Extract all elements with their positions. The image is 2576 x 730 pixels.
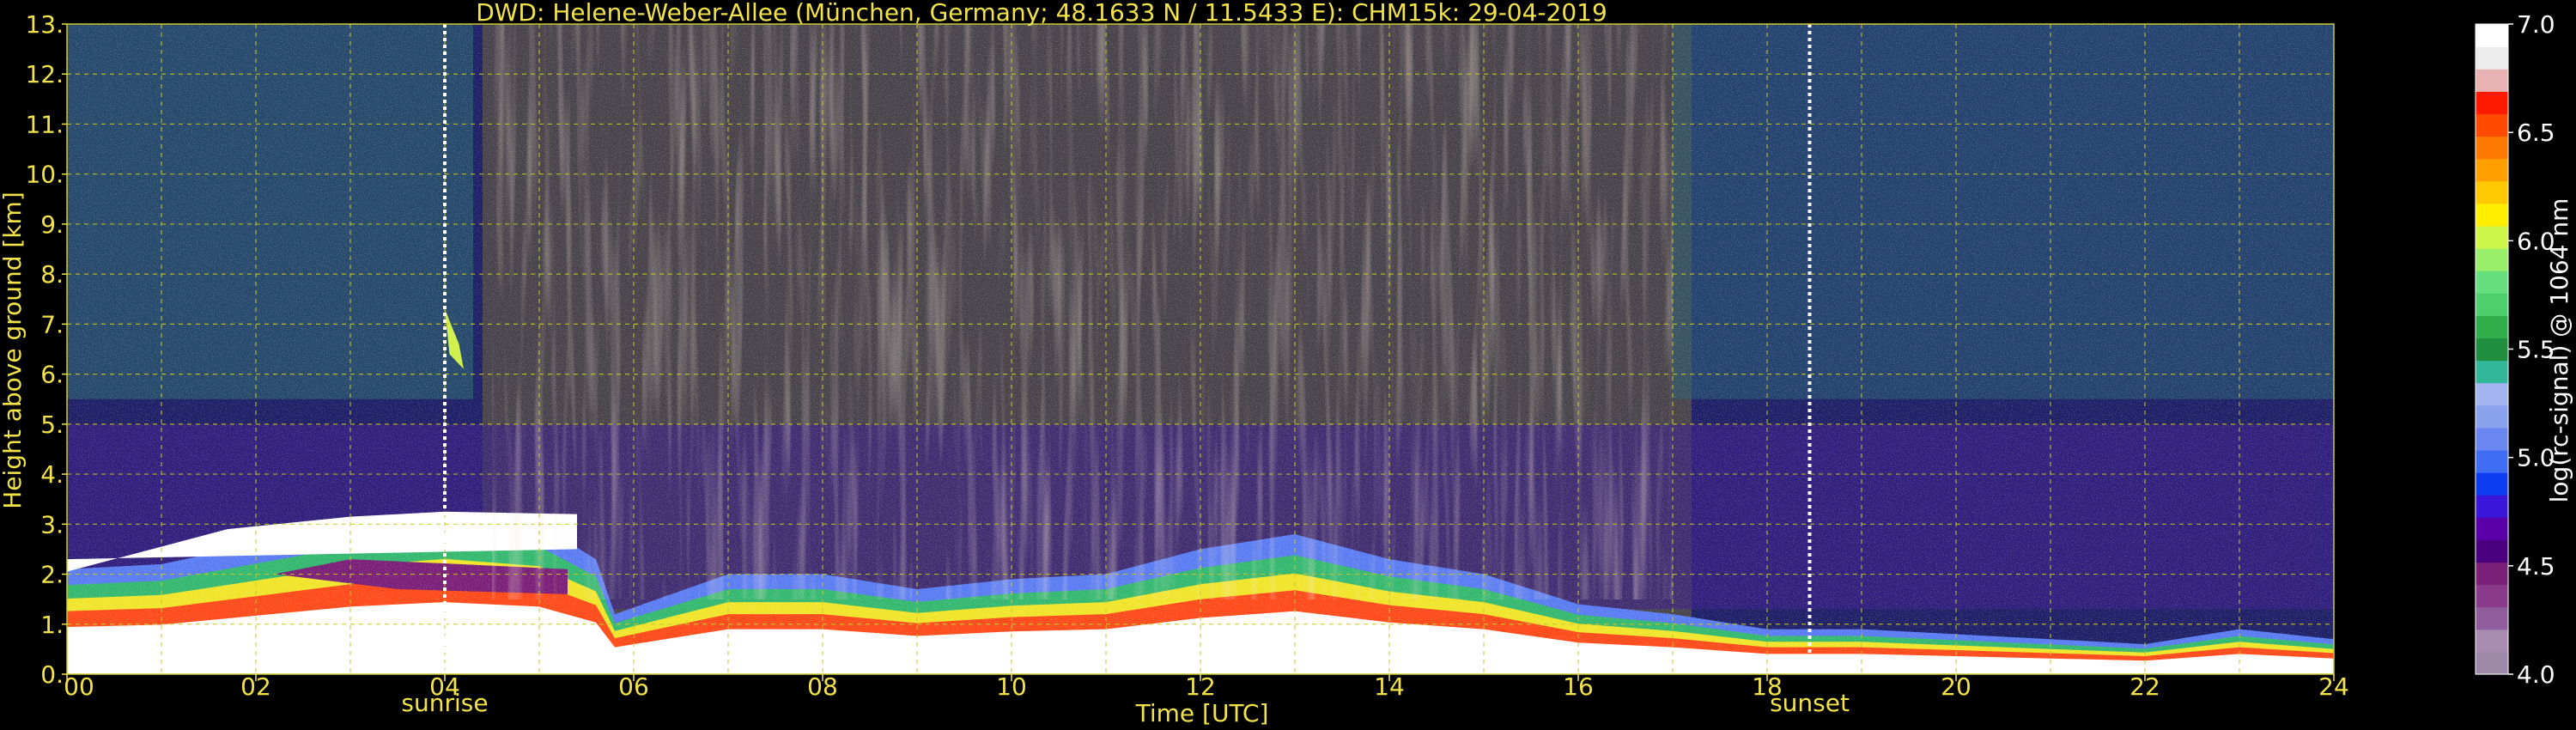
- x-tick-label: 08: [807, 672, 838, 701]
- colorbar-segment: [2476, 382, 2508, 406]
- colorbar-segment: [2476, 606, 2508, 630]
- colorbar-segment: [2476, 69, 2508, 92]
- x-tick-label: 12: [1185, 672, 1216, 701]
- colorbar-segment: [2476, 271, 2508, 294]
- x-tick-label: 10: [996, 672, 1027, 701]
- x-tick-label: 02: [240, 672, 271, 701]
- y-tick-label: 3.: [40, 510, 64, 538]
- colorbar-tick-label: 4.0: [2517, 660, 2555, 689]
- colorbar-segment: [2476, 405, 2508, 429]
- y-tick-label: 1.: [40, 611, 64, 639]
- y-tick-label: 2.: [40, 561, 64, 589]
- colorbar-segment: [2476, 136, 2508, 160]
- y-tick-label: 0.: [40, 660, 64, 689]
- colorbar-segment: [2476, 517, 2508, 540]
- colorbar-segment: [2476, 24, 2508, 47]
- y-tick-label: 10.: [25, 161, 64, 189]
- x-tick-label: 06: [618, 672, 649, 701]
- colorbar-segment: [2476, 651, 2508, 675]
- precipitation-streaks: [492, 24, 1673, 599]
- colorbar-segment: [2476, 629, 2508, 653]
- colorbar-segment: [2476, 472, 2508, 496]
- y-tick-label: 11.: [25, 110, 64, 138]
- colorbar-segment: [2476, 539, 2508, 563]
- y-axis-label: Height above ground [km]: [0, 192, 27, 509]
- y-tick-label: 9.: [40, 210, 64, 239]
- y-axis: 0. 1. 2. 3. 4. 5. 6. 7. 8. 9. 10. 11. 12. 13.: [25, 10, 67, 689]
- ceilometer-chart: sunrise sunset 00 02 04 06 08 10 12 14 16 18 20 22 24…: [0, 0, 2573, 727]
- x-axis-label: Time [UTC]: [1135, 699, 1269, 727]
- colorbar-segment: [2476, 427, 2508, 451]
- colorbar-tick-label: 7.0: [2517, 10, 2555, 39]
- colorbar-segment: [2476, 449, 2508, 473]
- colorbar-segment: [2476, 158, 2508, 182]
- y-tick-label: 4.: [40, 460, 64, 489]
- colorbar-segment: [2476, 180, 2508, 204]
- y-tick-label: 13.: [25, 10, 64, 39]
- colorbar-tick-label: 4.5: [2517, 552, 2555, 581]
- colorbar-label: log(rc-signal) @ 1064 nm: [2545, 198, 2573, 503]
- x-tick-label: 04: [429, 672, 460, 701]
- x-tick-label: 14: [1374, 672, 1405, 701]
- colorbar-tick-label: 6.5: [2517, 119, 2555, 147]
- y-tick-label: 7.: [40, 310, 64, 338]
- chart-title: DWD: Helene-Weber-Allee (München, German…: [476, 0, 1607, 27]
- x-tick-label: 22: [2129, 672, 2160, 701]
- colorbar-segment: [2476, 562, 2508, 586]
- colorbar-segment: [2476, 338, 2508, 362]
- y-tick-label: 6.: [40, 361, 64, 389]
- x-tick-label: 16: [1563, 672, 1594, 701]
- colorbar-segment: [2476, 113, 2508, 137]
- colorbar: 4.04.55.05.56.06.57.0: [2475, 10, 2555, 689]
- colorbar-segment: [2476, 293, 2508, 316]
- colorbar-segment: [2476, 495, 2508, 518]
- x-tick-label: 00: [64, 672, 94, 701]
- colorbar-segment: [2476, 584, 2508, 608]
- y-tick-label: 5.: [40, 411, 64, 439]
- x-tick-label: 24: [2318, 672, 2349, 701]
- y-tick-label: 8.: [40, 260, 64, 289]
- colorbar-segment: [2476, 315, 2508, 339]
- colorbar-segment: [2476, 248, 2508, 271]
- x-tick-label: 20: [1941, 672, 1971, 701]
- x-tick-label: 18: [1752, 672, 1783, 701]
- y-tick-label: 12.: [25, 60, 64, 88]
- colorbar-segment: [2476, 203, 2508, 227]
- colorbar-segment: [2476, 225, 2508, 249]
- colorbar-segment: [2476, 91, 2508, 115]
- colorbar-segment: [2476, 360, 2508, 384]
- colorbar-segment: [2476, 46, 2508, 70]
